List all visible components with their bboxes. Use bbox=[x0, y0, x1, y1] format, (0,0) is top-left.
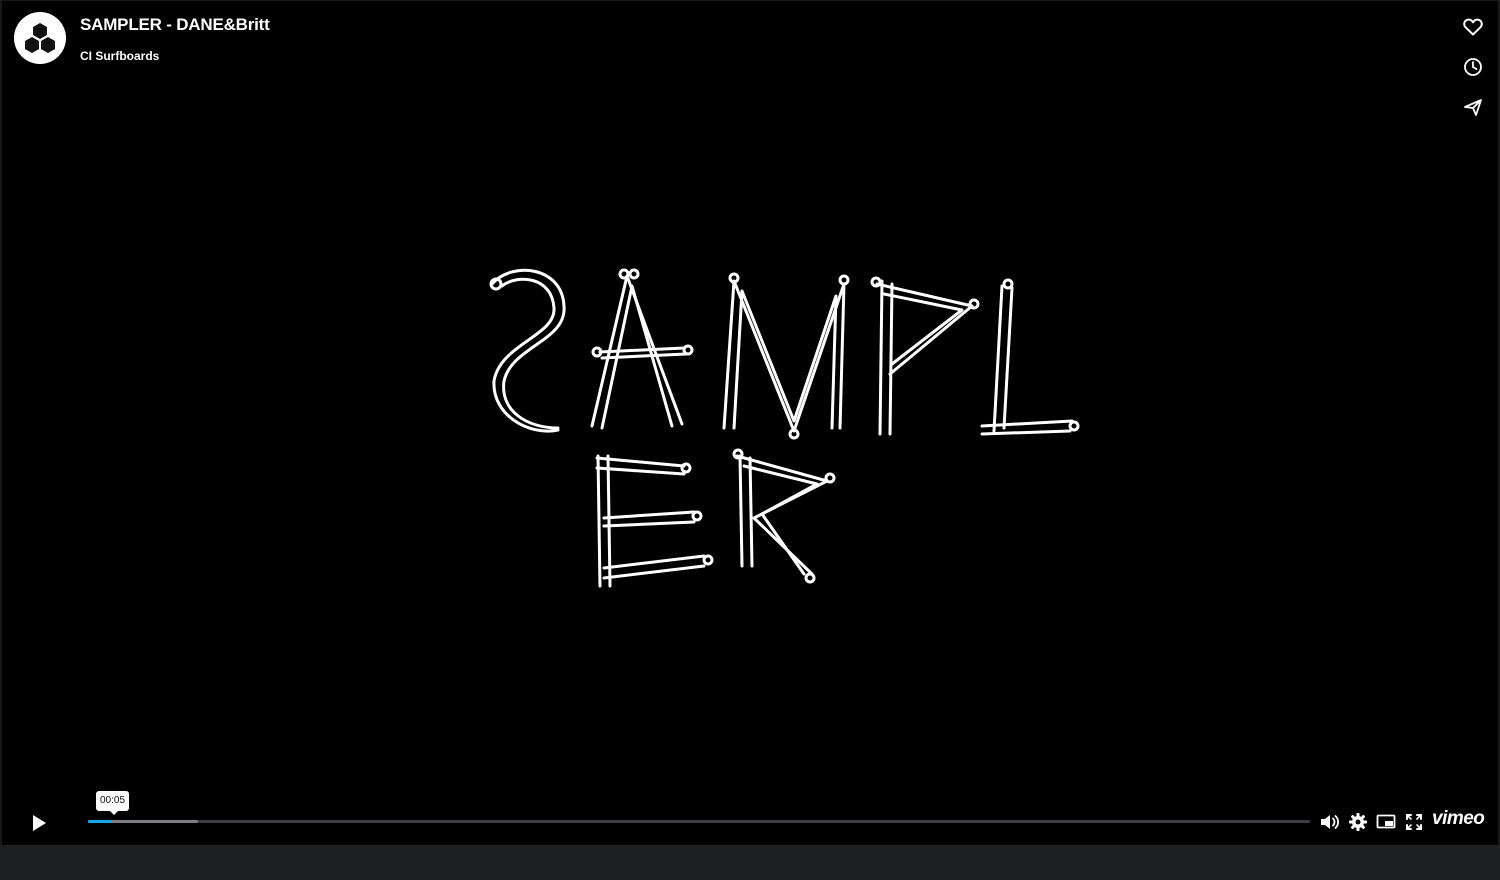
channel-name[interactable]: CI Surfboards bbox=[80, 49, 159, 63]
hexagon-cluster-icon bbox=[25, 23, 55, 53]
clock-icon bbox=[1464, 58, 1482, 76]
current-time-tooltip: 00:05 bbox=[96, 791, 130, 815]
speaker-icon bbox=[1321, 815, 1340, 829]
paper-plane-icon bbox=[1464, 99, 1482, 116]
volume-button[interactable] bbox=[1318, 811, 1342, 833]
page-background-strip bbox=[0, 845, 1500, 880]
channel-avatar[interactable] bbox=[14, 12, 66, 64]
fullscreen-icon bbox=[1406, 814, 1422, 830]
picture-in-picture-icon bbox=[1376, 814, 1396, 829]
play-icon bbox=[33, 815, 46, 831]
video-title[interactable]: SAMPLER - DANE&Britt bbox=[80, 15, 270, 35]
video-frame-artwork bbox=[489, 268, 1080, 588]
heart-icon bbox=[1463, 18, 1483, 36]
play-button[interactable] bbox=[24, 808, 54, 838]
played-range bbox=[88, 820, 113, 823]
side-actions bbox=[1460, 14, 1486, 134]
progress-bar[interactable] bbox=[88, 820, 1310, 823]
video-player[interactable]: SAMPLER - DANE&Britt CI Surfboards 00:05… bbox=[0, 0, 1500, 845]
settings-button[interactable] bbox=[1346, 811, 1370, 833]
like-button[interactable] bbox=[1460, 14, 1486, 40]
vimeo-logo-link[interactable]: vimeo bbox=[1432, 808, 1485, 830]
fullscreen-button[interactable] bbox=[1402, 811, 1426, 833]
gear-icon bbox=[1349, 813, 1367, 831]
share-button[interactable] bbox=[1460, 94, 1486, 120]
picture-in-picture-button[interactable] bbox=[1374, 811, 1398, 833]
watch-later-button[interactable] bbox=[1460, 54, 1486, 80]
